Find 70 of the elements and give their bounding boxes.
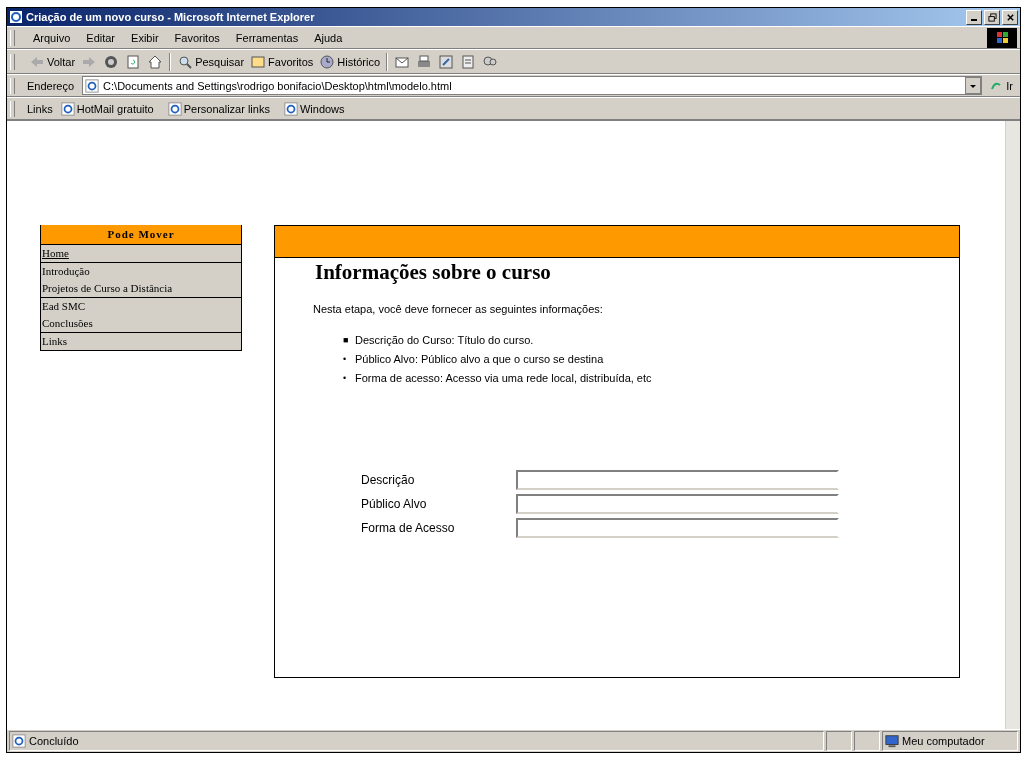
sidebar-link[interactable]: Introdução xyxy=(41,263,241,280)
menu-item[interactable]: Favoritos xyxy=(168,31,226,44)
home-icon xyxy=(147,53,164,70)
bullet-marker: • xyxy=(343,372,348,385)
stop-icon xyxy=(103,53,120,70)
restore-icon xyxy=(987,12,997,22)
clock-icon xyxy=(319,53,336,70)
menu-item[interactable]: Arquivo xyxy=(27,31,77,44)
status-panel xyxy=(854,731,880,751)
address-field[interactable]: C:\Documents and Settings\rodrigo bonifacio\Desktop\html\modelo.html xyxy=(82,76,983,95)
field-label: Público Alvo xyxy=(361,497,428,511)
search-icon xyxy=(177,53,194,70)
sidebar-link[interactable]: Conclusões xyxy=(41,315,241,332)
bullet-item: Forma de acesso: Acesso via uma rede local, distribuída, etc xyxy=(355,371,652,386)
window-title: Criação de um novo curso - Microsoft Internet Explorer xyxy=(26,11,316,23)
refresh-icon xyxy=(125,53,142,70)
print-button[interactable] xyxy=(416,53,433,70)
notes-button[interactable] xyxy=(460,53,477,70)
zone-indicator: Meu computador xyxy=(882,731,1018,751)
refresh-button[interactable] xyxy=(125,53,142,70)
document-icon xyxy=(460,53,477,70)
minimize-icon xyxy=(971,18,977,21)
edit-icon xyxy=(438,53,455,70)
menu-item[interactable]: Editar xyxy=(80,31,122,44)
page-icon xyxy=(283,101,298,116)
sidebar-title: Pode Mover xyxy=(41,225,241,244)
sidebar-link[interactable]: Projetos de Curso a Distância xyxy=(41,280,241,297)
browser-icon xyxy=(9,10,23,24)
bullet-item: Público Alvo: Público alvo a que o curso se destina xyxy=(355,352,604,367)
home-button[interactable] xyxy=(147,53,164,70)
minimize-button[interactable] xyxy=(966,9,982,25)
edit-button[interactable] xyxy=(438,53,455,70)
history-button[interactable]: Histórico xyxy=(319,53,381,70)
page-icon xyxy=(12,734,26,748)
bullet-marker: ■ xyxy=(343,334,350,347)
bullet-item: Descrição do Curso: Título do curso. xyxy=(355,333,534,348)
restore-button[interactable] xyxy=(984,9,1000,25)
menu-item[interactable]: Exibir xyxy=(125,31,165,44)
search-button[interactable]: Pesquisar xyxy=(177,53,245,70)
close-button[interactable] xyxy=(1002,9,1018,25)
link-button[interactable]: Windows xyxy=(283,101,345,116)
address-label: Endereço xyxy=(27,79,75,92)
menu-item[interactable]: Ajuda xyxy=(308,31,349,44)
favorites-button[interactable]: Favoritos xyxy=(250,53,314,70)
back-button[interactable]: Voltar xyxy=(29,53,76,70)
status-panel xyxy=(826,731,852,751)
page-icon xyxy=(85,78,100,93)
windows-logo-icon xyxy=(987,27,1017,48)
computer-icon xyxy=(885,734,899,748)
field-label: Forma de Acesso xyxy=(361,521,456,535)
menu-item[interactable]: Ferramentas xyxy=(229,31,305,44)
page-icon xyxy=(60,101,75,116)
sidebar-link[interactable]: Home xyxy=(41,245,241,262)
dropdown-button[interactable] xyxy=(965,77,982,94)
link-button[interactable]: Personalizar links xyxy=(167,101,270,116)
link-button[interactable]: HotMail gratuito xyxy=(60,101,154,116)
sidebar-link[interactable]: Links xyxy=(41,333,241,350)
status-text: Concluído xyxy=(9,731,824,751)
sidebar-link[interactable]: Ead SMC xyxy=(41,298,241,315)
close-icon xyxy=(1005,12,1015,22)
stop-button[interactable] xyxy=(103,53,120,70)
go-button[interactable]: Ir xyxy=(986,78,1017,93)
page-heading: Informações sobre o curso xyxy=(315,260,552,285)
page-icon xyxy=(167,101,182,116)
intro-text: Nesta etapa, você deve fornecer as seguintes informações: xyxy=(313,303,604,315)
folder-icon xyxy=(250,53,267,70)
field-label: Descrição xyxy=(361,473,416,487)
printer-icon xyxy=(416,53,433,70)
links-label: Links xyxy=(27,102,53,115)
bullet-marker: • xyxy=(343,353,348,366)
